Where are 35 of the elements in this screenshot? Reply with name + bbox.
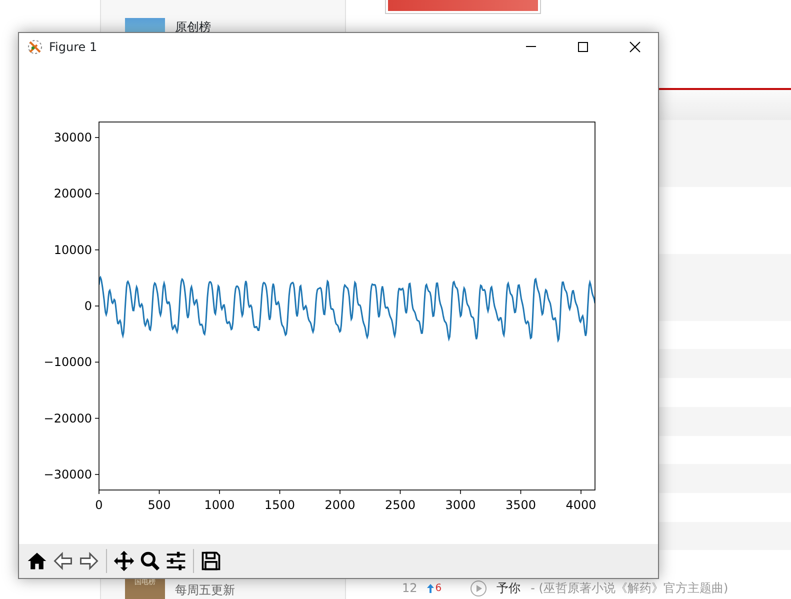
chart-title[interactable]: 原创榜: [175, 18, 211, 36]
maximize-icon[interactable]: [577, 41, 589, 53]
y-tick-label: 10000: [54, 242, 92, 257]
y-tick-label: −20000: [44, 411, 92, 426]
x-tick-label: 2500: [384, 498, 416, 512]
app-icon: [27, 39, 43, 55]
song-title[interactable]: 予你: [496, 579, 521, 598]
rank-up-icon: [427, 584, 434, 593]
forward-arrow-icon[interactable]: [78, 550, 100, 572]
y-tick-label: −10000: [44, 355, 92, 370]
y-tick-label: 30000: [54, 130, 92, 145]
close-icon[interactable]: [629, 41, 641, 53]
sliders-icon[interactable]: [165, 550, 187, 572]
play-icon[interactable]: [470, 580, 487, 597]
y-tick-label: 0: [84, 299, 92, 313]
save-icon[interactable]: [200, 550, 222, 572]
x-tick-label: 0: [95, 498, 103, 512]
y-tick-label: 20000: [54, 186, 92, 201]
rank-change: 6: [435, 582, 442, 596]
zoom-icon[interactable]: [139, 550, 161, 572]
song-subtitle: - (巫哲原著小说《解药》官方主题曲): [530, 580, 728, 598]
back-arrow-icon[interactable]: [52, 550, 74, 572]
move-icon[interactable]: [113, 550, 135, 572]
x-tick-label: 3500: [505, 498, 536, 512]
home-icon[interactable]: [26, 550, 48, 572]
window-title: Figure 1: [49, 39, 98, 56]
update-note: 每周五更新: [175, 582, 235, 599]
x-tick-label: 1500: [264, 498, 296, 512]
y-tick-label: −30000: [44, 467, 92, 482]
rank-number: 12: [402, 580, 418, 598]
x-tick-label: 3000: [445, 498, 476, 512]
x-tick-label: 1000: [204, 498, 235, 512]
x-tick-label: 4000: [566, 498, 596, 512]
x-tick-label: 500: [148, 498, 171, 512]
x-tick-label: 2000: [324, 498, 356, 512]
